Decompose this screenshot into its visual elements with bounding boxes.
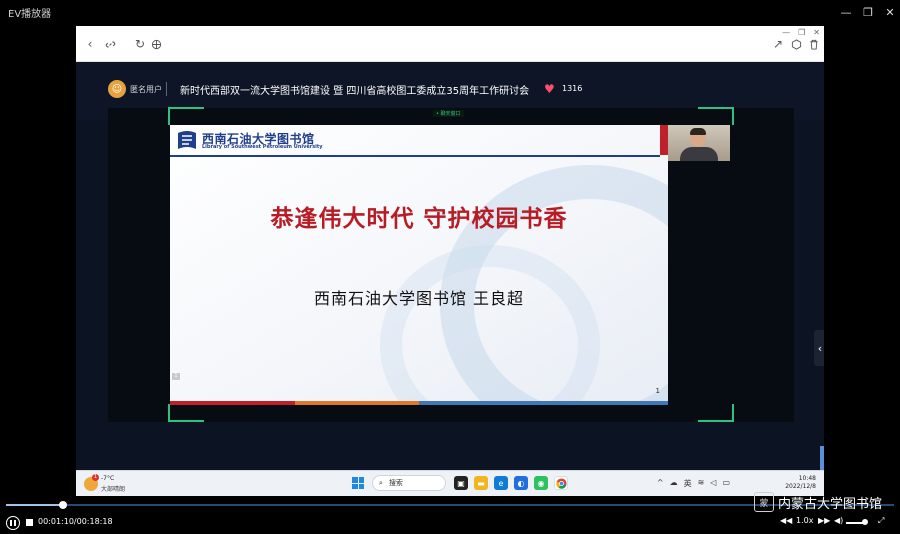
fullscreen-icon[interactable]: ⤢ bbox=[878, 516, 884, 526]
share-icon[interactable]: ↗ bbox=[770, 36, 786, 52]
weather-badge: 1 bbox=[92, 474, 99, 481]
ev-player-window: EV播放器 — ❐ ✕ ‹ ↻ ↗ — ❐ ✕ ☺ 匿名用户 新时代西部双一流大… bbox=[0, 0, 900, 534]
next-frame-icon[interactable]: ▶▶ bbox=[818, 516, 830, 525]
restore-icon[interactable]: ❐ bbox=[858, 0, 878, 24]
taskbar-search[interactable]: ⌕ 搜索 bbox=[372, 475, 446, 491]
wifi-icon[interactable]: ≋ bbox=[698, 478, 705, 489]
slide-subtitle: 西南石油大学图书馆 王良超 bbox=[313, 289, 525, 308]
player-titlebar: EV播放器 — ❐ ✕ bbox=[0, 0, 900, 24]
file-explorer-icon[interactable]: ▬ bbox=[474, 476, 488, 490]
volume-knob[interactable] bbox=[862, 519, 868, 525]
video-area[interactable]: • 聊天窗口 西南石油大学图书馆 Library of Southwest Pe… bbox=[108, 107, 824, 422]
player-title: EV播放器 bbox=[8, 8, 52, 20]
presentation-slide: 西南石油大学图书馆 Library of Southwest Petroleum… bbox=[170, 125, 668, 405]
slide-header-rule bbox=[170, 155, 660, 157]
frame-corner bbox=[168, 404, 204, 422]
speaker-camera bbox=[668, 125, 730, 161]
speed-button[interactable]: 1.0x bbox=[796, 516, 813, 525]
slide-red-tab bbox=[660, 125, 668, 155]
chevron-left-icon[interactable]: ‹ bbox=[814, 330, 824, 366]
chrome-icon[interactable] bbox=[554, 476, 568, 490]
slide-bottom-segment bbox=[543, 401, 668, 405]
volume-icon[interactable]: ◀) bbox=[834, 516, 843, 525]
live-title: 新时代西部双一流大学图书馆建设 暨 四川省高校图工委成立35周年工作研讨会 bbox=[180, 86, 530, 97]
taskbar-clock[interactable]: 10:48 2022/12/8 bbox=[785, 475, 816, 491]
search-label: 搜索 bbox=[388, 479, 403, 487]
weather-desc: 大部晴朗 bbox=[101, 486, 126, 493]
like-count: 1316 bbox=[562, 84, 583, 93]
scrollbar[interactable] bbox=[820, 446, 824, 470]
link-icon[interactable] bbox=[102, 36, 118, 52]
chevron-up-icon[interactable]: ^ bbox=[657, 478, 664, 489]
slide-mini-badge: 1 bbox=[172, 373, 180, 380]
top-badge: • 聊天窗口 bbox=[433, 110, 464, 117]
chevron-left-icon[interactable]: ‹ bbox=[82, 36, 98, 52]
slide-bottom-segment bbox=[419, 401, 544, 405]
slide-page-number: 1 bbox=[655, 387, 660, 395]
browser-restore-icon[interactable]: ❐ bbox=[798, 28, 805, 37]
watermark: 蒙 内蒙古大学图书馆 bbox=[754, 491, 898, 513]
watermark-logo-icon: 蒙 bbox=[754, 492, 774, 512]
refresh-icon[interactable]: ↻ bbox=[132, 36, 148, 52]
globe-icon[interactable] bbox=[148, 36, 164, 52]
browser-toolbar: ‹ ↻ ↗ — ❐ ✕ bbox=[76, 26, 824, 62]
search-icon: ⌕ bbox=[379, 478, 383, 487]
recorded-screen: ‹ ↻ ↗ — ❐ ✕ ☺ 匿名用户 新时代西部双一流大学图书馆建设 暨 四川省… bbox=[76, 26, 824, 496]
watermark-text: 内蒙古大学图书馆 bbox=[778, 496, 883, 512]
slide-bottom-segment bbox=[170, 401, 295, 405]
minimize-icon[interactable]: — bbox=[836, 0, 856, 24]
app-icon[interactable]: ◐ bbox=[514, 476, 528, 490]
edge-icon[interactable]: e bbox=[494, 476, 508, 490]
close-icon[interactable]: ✕ bbox=[880, 0, 900, 24]
stop-button[interactable] bbox=[26, 519, 33, 526]
slide-logo-en: Library of Southwest Petroleum Universit… bbox=[202, 144, 323, 150]
heart-icon[interactable]: ♥ bbox=[544, 82, 555, 96]
clock-time: 10:48 bbox=[798, 475, 816, 482]
slide-bottom-bar bbox=[170, 401, 668, 405]
frame-corner bbox=[698, 107, 734, 125]
clock-date: 2022/12/8 bbox=[785, 483, 816, 490]
progress-knob[interactable] bbox=[58, 501, 67, 509]
input-method[interactable]: 英 bbox=[684, 478, 692, 489]
library-logo-icon bbox=[178, 131, 196, 149]
system-tray: ^ ☁ 英 ≋ ◁ ▭ bbox=[657, 478, 730, 489]
header-divider bbox=[166, 82, 167, 96]
cloud-icon[interactable]: ☁ bbox=[670, 478, 678, 489]
previous-frame-icon[interactable]: ◀◀ bbox=[780, 516, 792, 525]
wechat-icon[interactable]: ◉ bbox=[534, 476, 548, 490]
browser-close-icon[interactable]: ✕ bbox=[813, 28, 820, 37]
task-view-icon[interactable]: ▣ bbox=[454, 476, 468, 490]
cube-icon[interactable] bbox=[788, 36, 804, 52]
frame-corner bbox=[698, 404, 734, 422]
slide-main-title: 恭逢伟大时代 守护校园书香 bbox=[270, 206, 568, 232]
browser-minimize-icon[interactable]: — bbox=[782, 28, 790, 37]
avatar[interactable]: ☺ bbox=[108, 80, 126, 98]
progress-fill bbox=[6, 504, 63, 506]
trash-icon[interactable] bbox=[806, 36, 822, 52]
weather-temp: -7°C bbox=[101, 475, 115, 482]
slide-bottom-segment bbox=[294, 401, 419, 405]
user-label: 匿名用户 bbox=[130, 85, 162, 94]
windows-start-icon[interactable] bbox=[352, 477, 364, 489]
windows-taskbar: 1 -7°C 大部晴朗 ⌕ 搜索 ▣ ▬ e ◐ ◉ ^ ☁ 英 ≋ ◁ ▭ 1… bbox=[76, 470, 824, 496]
pause-button[interactable] bbox=[6, 516, 20, 530]
frame-corner bbox=[168, 107, 204, 125]
time-display: 00:01:10/00:18:18 bbox=[38, 517, 113, 526]
speaker-icon[interactable]: ◁ bbox=[710, 478, 716, 489]
battery-icon[interactable]: ▭ bbox=[722, 478, 730, 489]
